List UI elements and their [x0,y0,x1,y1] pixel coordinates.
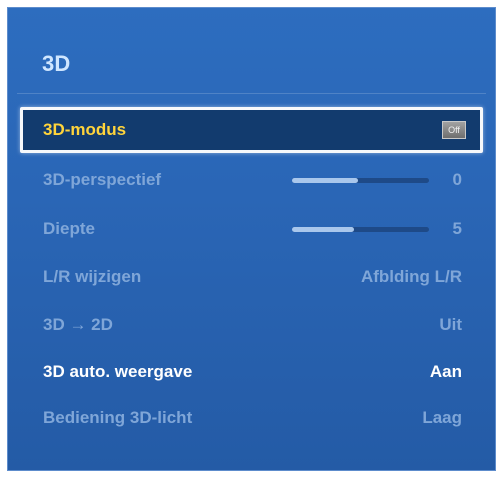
menu-item-lr-change[interactable]: L/R wijzigen Afblding L/R [17,255,486,299]
menu-item-label: 3D-perspectief [43,170,162,189]
menu-item-value: Laag [422,408,462,427]
menu-item-value: Aan [429,362,462,381]
perspective-slider-fill [292,177,358,183]
menu-item-value: Uit [439,315,462,334]
menu-item-value: 5 [452,219,462,238]
menu-item-3d-mode[interactable]: 3D-modus Off [20,107,483,153]
off-toggle-badge: Off [442,121,466,139]
menu-item-value: Afblding L/R [360,267,462,286]
title-divider [17,93,486,94]
menu-item-value: 0 [452,170,462,189]
3d-settings-panel: 3D 3D-modus Off 3D-perspectief 0 Diepte … [7,7,496,471]
depth-slider-fill [292,226,354,232]
depth-slider[interactable] [292,226,429,232]
menu-item-3d-light-control[interactable]: Bediening 3D-licht Laag [17,396,486,440]
menu-item-3d-auto-view[interactable]: 3D auto. weergave Aan [17,350,486,394]
menu-title: 3D [42,51,71,76]
menu-item-label: Bediening 3D-licht [43,408,193,427]
menu-item-depth[interactable]: Diepte 5 [17,207,486,251]
menu-item-label: Diepte [43,219,95,238]
menu-item-label: 3D-modus [43,120,127,139]
menu-item-label: 3D auto. weergave [43,362,193,381]
menu-item-3d-to-2d[interactable]: 3D → 2D Uit [17,303,486,347]
menu-item-label: 3D → 2D [43,315,113,334]
perspective-slider[interactable] [292,177,429,183]
menu-item-3d-perspective[interactable]: 3D-perspectief 0 [17,158,486,202]
menu-item-label: L/R wijzigen [43,267,142,286]
